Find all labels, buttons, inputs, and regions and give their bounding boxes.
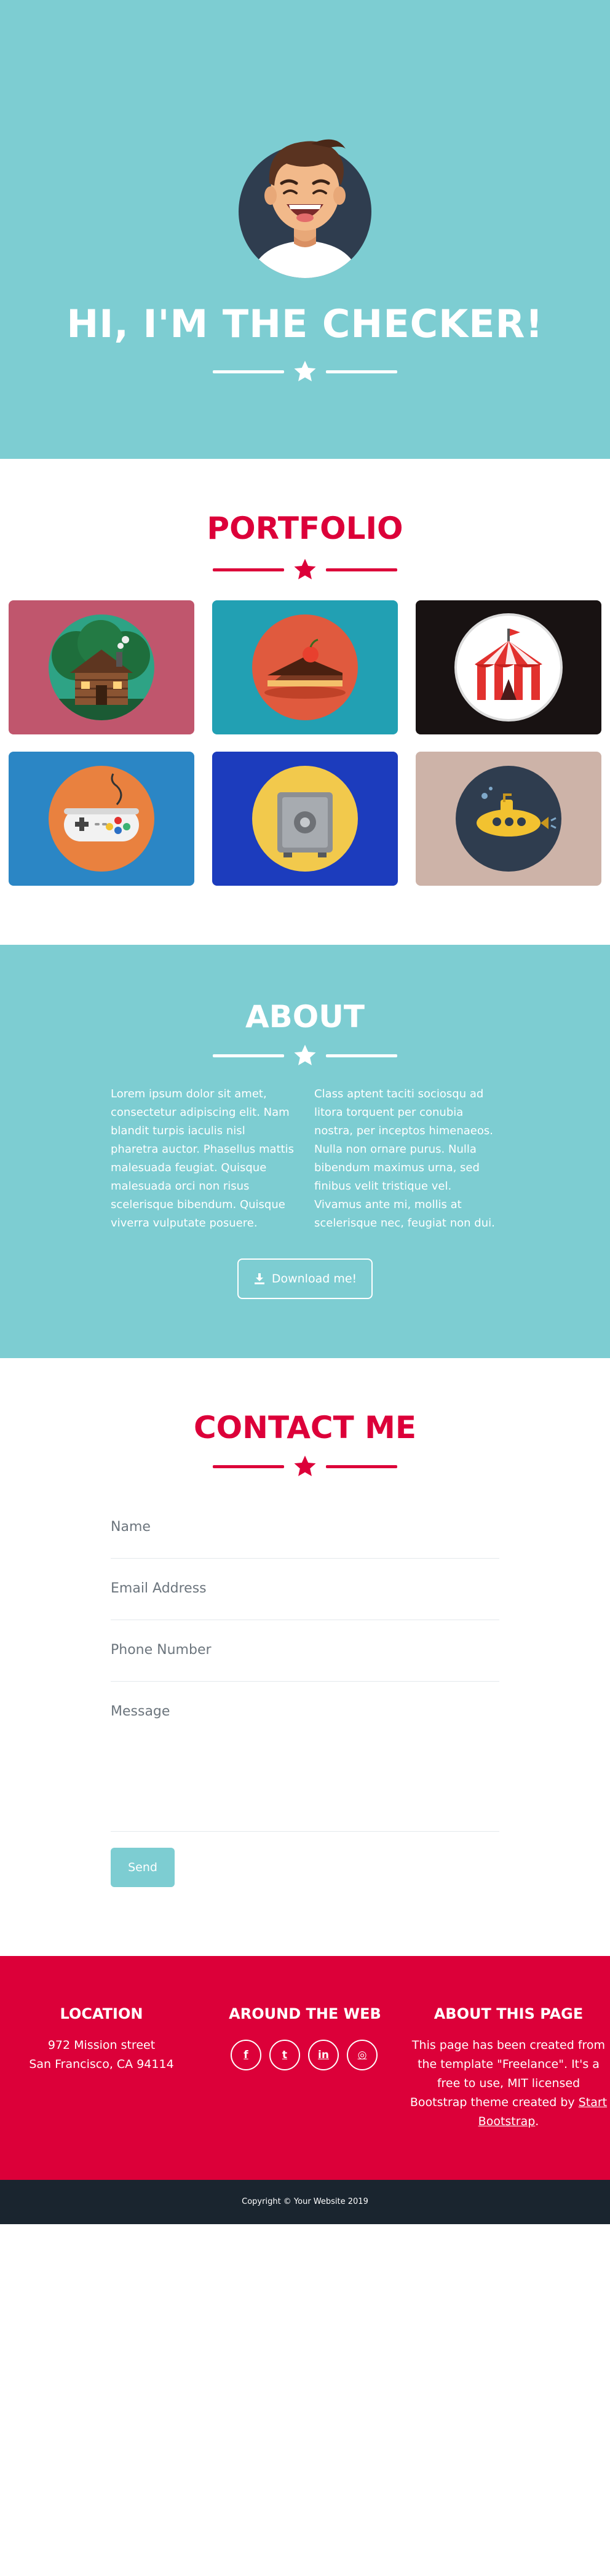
about-page-line: This page has been created from xyxy=(411,2038,606,2052)
name-placeholder: Name xyxy=(111,1519,151,1535)
download-icon xyxy=(254,1273,264,1284)
star-icon xyxy=(294,559,316,579)
email-placeholder: Email Address xyxy=(111,1581,207,1596)
portfolio-item-controller[interactable] xyxy=(9,752,194,886)
hero-title: HI, I'M THE CHECKER! xyxy=(66,301,544,346)
twitter-icon: t xyxy=(282,2049,288,2061)
divider-line xyxy=(326,1465,397,1468)
star-icon xyxy=(294,360,316,381)
portfolio-item-cabin[interactable] xyxy=(9,600,194,734)
about-section: ABOUT Lorem ipsum dolor sit amet, consec… xyxy=(0,945,610,1358)
about-page-line: the template "Freelance". It's a xyxy=(418,2057,600,2071)
masthead: HI, I'M THE CHECKER! xyxy=(0,0,610,459)
copyright-bar: Copyright © Your Website 2019 xyxy=(0,2180,610,2224)
footer-address: 972 Mission street San Francisco, CA 941… xyxy=(0,2036,203,2074)
portfolio-item-safe[interactable] xyxy=(212,752,398,886)
bootstrap-link[interactable]: Bootstrap xyxy=(478,2115,536,2128)
star-icon xyxy=(294,1455,316,1476)
email-field[interactable]: Email Address xyxy=(111,1559,499,1620)
about-text-right: Class aptent taciti sociosqu ad litora t… xyxy=(314,1087,495,1230)
contact-title: CONTACT ME xyxy=(193,1410,417,1445)
address-line-2: San Francisco, CA 94114 xyxy=(29,2057,174,2071)
phone-placeholder: Phone Number xyxy=(111,1642,212,1658)
send-button[interactable]: Send xyxy=(111,1848,175,1887)
divider-line xyxy=(213,1054,284,1057)
phone-field[interactable]: Phone Number xyxy=(111,1620,499,1682)
about-page-text: . xyxy=(535,2115,539,2128)
submarine-icon xyxy=(416,752,601,886)
circus-tent-icon xyxy=(416,600,601,734)
cake-icon xyxy=(212,600,398,734)
star-icon xyxy=(294,1044,316,1065)
about-title: ABOUT xyxy=(245,999,365,1035)
portfolio-divider xyxy=(213,557,397,582)
divider-line xyxy=(213,1465,284,1468)
facebook-link[interactable]: f xyxy=(231,2040,261,2070)
footer-web-heading: AROUND THE WEB xyxy=(229,2005,381,2022)
portfolio-item-cake[interactable] xyxy=(212,600,398,734)
start-bootstrap-link[interactable]: Start xyxy=(579,2096,607,2109)
message-field[interactable]: Message xyxy=(111,1682,499,1832)
portfolio-title: PORTFOLIO xyxy=(207,511,403,546)
portfolio-item-circus[interactable] xyxy=(416,600,601,734)
facebook-icon: f xyxy=(244,2049,248,2061)
dribbble-icon: ◎ xyxy=(357,2049,367,2061)
about-divider xyxy=(213,1043,397,1068)
safe-icon xyxy=(212,752,398,886)
address-line-1: 972 Mission street xyxy=(47,2038,156,2052)
linkedin-icon: in xyxy=(318,2049,329,2061)
portfolio-item-submarine[interactable] xyxy=(416,752,601,886)
avatar-icon xyxy=(239,139,371,278)
game-controller-icon xyxy=(9,752,194,886)
dribbble-link[interactable]: ◎ xyxy=(347,2040,378,2070)
contact-divider xyxy=(213,1454,397,1479)
footer-about-text: This page has been created from the temp… xyxy=(407,2036,610,2131)
about-text-left: Lorem ipsum dolor sit amet, consectetur … xyxy=(111,1087,295,1230)
divider-line xyxy=(213,568,284,571)
divider-line xyxy=(326,568,397,571)
about-page-line: Bootstrap theme created by Start xyxy=(407,2093,610,2112)
download-button[interactable]: Download me! xyxy=(237,1258,373,1299)
divider-line xyxy=(326,1054,397,1057)
divider-line xyxy=(326,370,397,373)
about-page-line: free to use, MIT licensed xyxy=(437,2077,580,2090)
masthead-divider xyxy=(213,359,397,384)
footer: LOCATION 972 Mission street San Francisc… xyxy=(0,1956,610,2180)
about-page-text: Bootstrap theme created by xyxy=(410,2096,579,2109)
name-field[interactable]: Name xyxy=(111,1507,499,1559)
cabin-icon xyxy=(9,600,194,734)
footer-about-heading: ABOUT THIS PAGE xyxy=(434,2005,584,2022)
twitter-link[interactable]: t xyxy=(269,2040,300,2070)
linkedin-link[interactable]: in xyxy=(308,2040,339,2070)
divider-line xyxy=(213,370,284,373)
download-label: Download me! xyxy=(271,1272,357,1286)
message-placeholder: Message xyxy=(111,1704,170,1719)
footer-location-heading: LOCATION xyxy=(60,2005,143,2022)
about-page-line: Bootstrap. xyxy=(407,2112,610,2131)
